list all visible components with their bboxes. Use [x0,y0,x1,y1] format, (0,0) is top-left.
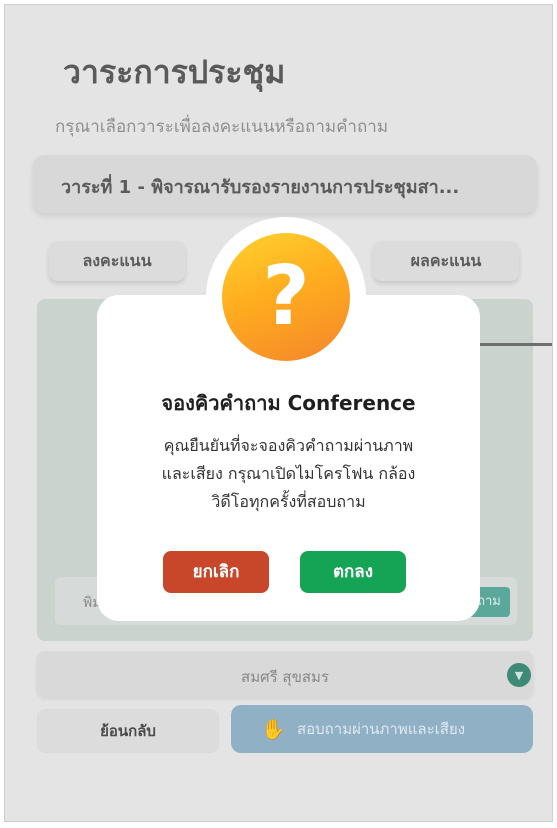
vote-button[interactable]: ลงคะแนน [49,241,185,281]
agenda-select[interactable]: วาระที่ 1 - พิจารณารับรองรายงานการประชุม… [33,155,537,213]
question-badge: ? [206,217,366,377]
agenda-select-value: วาระที่ 1 - พิจารณารับรองรายงานการประชุม… [61,177,460,198]
page-subtitle: กรุณาเลือกวาระเพื่อลงคะแนนหรือถามคำถาม [55,117,389,137]
chevron-down-icon[interactable]: ▼ [507,663,531,687]
dialog-message-line: วิดีโอทุกครั้งที่สอบถาม [211,492,366,511]
page-title: วาระการประชุม [63,53,286,91]
divider-line [473,343,552,346]
av-question-label: สอบถามผ่านภาพและเสียง [297,720,466,738]
confirm-button[interactable]: ตกลง [300,551,406,593]
question-icon: ? [222,233,350,361]
dialog-title: จองคิวคำถาม Conference [161,391,416,415]
results-button[interactable]: ผลคะแนน [373,241,519,281]
hand-icon: ✋ [261,717,286,741]
back-button[interactable]: ย้อนกลับ [37,709,219,753]
user-name: สมศรี สุขสมร [241,668,329,686]
cancel-button[interactable]: ยกเลิก [163,551,269,593]
dialog-message-line: คุณยืนยันที่จะจองคิวคำถามผ่านภาพ [163,436,414,455]
dialog-message: คุณยืนยันที่จะจองคิวคำถามผ่านภาพ และเสีย… [127,432,450,516]
app-frame: วาระการประชุม กรุณาเลือกวาระเพื่อลงคะแนน… [4,4,553,822]
dialog-message-line: และเสียง กรุณาเปิดไมโครโฟน กล้อง [161,464,416,483]
av-question-button[interactable]: ✋ สอบถามผ่านภาพและเสียง [231,705,533,753]
user-select[interactable]: สมศรี สุขสมร ▼ [37,651,533,697]
